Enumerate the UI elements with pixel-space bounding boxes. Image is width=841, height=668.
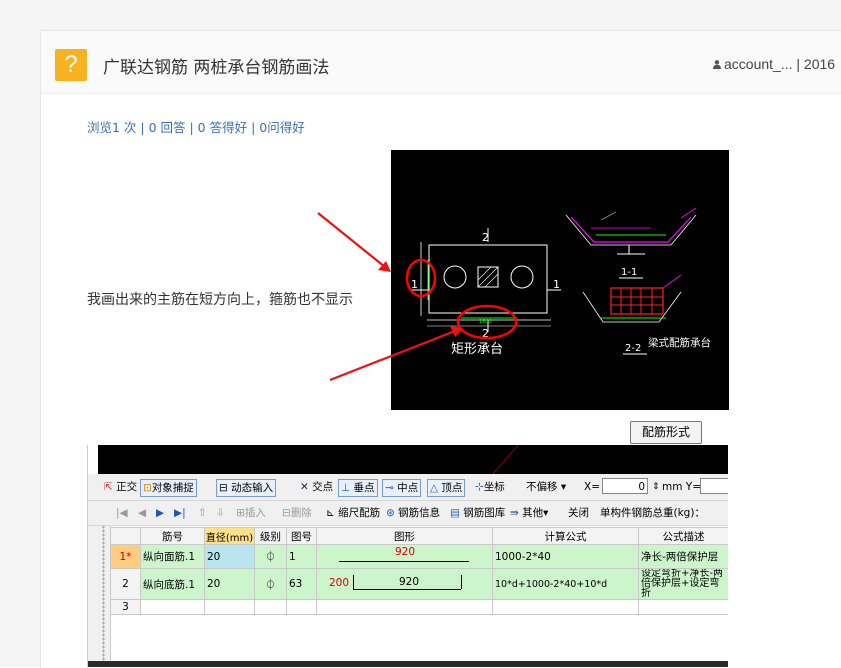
software-canvas-top [98,445,728,475]
bent-bar-shape [353,589,461,590]
library-icon: ▤ [450,507,460,519]
table-row[interactable]: 1* 纵向面筋.1 20 ⏀ 1 920 1000-2*40 净长-两倍保护层 [110,544,728,569]
chevron-down-icon: ▾ [560,481,567,493]
x-spin-icon[interactable]: ⇕ [652,479,660,495]
shape-length: 920 [399,576,420,588]
shape-cell[interactable]: 920 [316,544,493,569]
rebar-grid: 筋号 直径(mm) 级别 图号 图形 计算公式 公式描述 1* 纵向面筋.1 2… [110,527,728,615]
next-record-icon[interactable]: ▶ [156,505,164,521]
coordinate-icon: ⊹ [475,481,484,493]
formula-cell[interactable]: 1000-2*40 [492,544,639,569]
hook-right [461,575,462,589]
figure-no-cell[interactable]: 1 [286,544,317,569]
grid-header[interactable]: 图号 [286,527,317,545]
scale-rebar-button[interactable]: ⊾ 缩尺配筋 [326,505,380,521]
x-input[interactable]: 0 [602,478,648,494]
formula-cell[interactable]: 10*d+1000-2*40+10*d [492,568,639,600]
shape-cell[interactable]: 200 920 [316,568,493,600]
coordinate-button[interactable]: ⊹坐标 [475,479,505,495]
info-icon: ⊛ [386,507,395,519]
rebar-list-toolbar: |◀ ◀ ▶ ▶| ⇧ ⇩ ⊞插入 ⊟删除 ⊾ 缩尺配筋 ⊛ 钢筋信息 ▤ 钢筋… [88,501,728,526]
x-label: X= [584,481,600,493]
other-menu[interactable]: ⇛ 其他▾ [510,505,548,521]
rebar-form-button[interactable]: 配筋形式 [630,421,702,444]
chevron-down-icon: ▾ [543,507,549,519]
software-bottom-band [88,661,728,667]
panel-grip[interactable] [102,505,105,667]
last-record-icon[interactable]: ▶| [174,505,186,521]
row-number[interactable]: 3 [110,599,141,615]
grade-cell[interactable]: ⏀ [254,568,287,600]
insert-button[interactable]: ⊞插入 [236,505,266,521]
row-number[interactable]: 1* [110,544,141,569]
shape-length: 920 [395,545,416,558]
other-icon: ⇛ [510,507,519,519]
table-row[interactable]: 3 [110,599,728,615]
total-weight-label: 单构件钢筋总重(kg)： [600,507,705,519]
delete-icon: ⊟ [282,507,291,519]
midpoint-icon: ⊸ [385,482,394,494]
offset-dropdown[interactable]: 不偏移 ▾ [526,479,566,495]
move-down-icon[interactable]: ⇩ [216,505,225,521]
intersection-icon: ✕ [300,481,309,493]
intersection-button[interactable]: ✕ 交点 [300,479,333,495]
midpoint-button[interactable]: ⊸ 中点 [382,479,422,497]
grid-header[interactable]: 筋号 [140,527,205,545]
insert-icon: ⊞ [236,507,245,519]
vertex-icon: △ [430,482,439,494]
grid-header[interactable]: 计算公式 [492,527,639,545]
row-number[interactable]: 2 [110,568,141,600]
formula-desc-cell[interactable] [638,599,728,615]
ruler-icon: ⊾ [326,507,335,519]
figure-no-cell[interactable]: 63 [286,568,317,600]
grid-header[interactable]: 图形 [316,527,493,545]
rebar-name-cell[interactable] [140,599,205,615]
formula-desc-cell[interactable]: 净长-两倍保护层 [638,544,728,569]
formula-desc-cell[interactable]: 设定弯折+净长-两倍保护层+设定弯折 [638,568,728,600]
rebar-name-cell[interactable]: 纵向底筋.1 [140,568,205,600]
perpendicular-icon: ⊥ [341,482,351,494]
delete-button[interactable]: ⊟删除 [282,505,312,521]
formula-cell[interactable] [492,599,639,615]
dynamic-icon: ⊟ [219,482,228,494]
shape-cell[interactable] [316,599,493,615]
straight-bar-shape [339,560,469,562]
close-button[interactable]: 关闭 [568,505,589,521]
dynamic-input-button[interactable]: ⊟ 动态输入 [216,479,277,497]
grid-header[interactable]: 公式描述 [638,527,728,545]
diameter-cell[interactable]: 20 [204,568,255,600]
grade-cell[interactable] [254,599,287,615]
rebar-name-cell[interactable]: 纵向面筋.1 [140,544,205,569]
unit-y-label: mm Y= [662,481,702,493]
shape-hook-length: 200 [329,577,350,589]
grade-cell[interactable]: ⏀ [254,544,287,569]
ortho-button[interactable]: ⇱ 正交 [104,479,137,495]
grid-header [110,527,141,545]
figure-no-cell[interactable] [286,599,317,615]
perpendicular-button[interactable]: ⊥ 垂点 [338,479,378,497]
grid-header-row: 筋号 直径(mm) 级别 图号 图形 计算公式 公式描述 [110,527,728,545]
table-row[interactable]: 2 纵向底筋.1 20 ⏀ 63 200 920 10*d+1000-2*40+… [110,568,728,600]
drawing-toolbar: ⇱ 正交 ⊡对象捕捉 ⊟ 动态输入 ✕ 交点 ⊥ 垂点 ⊸ 中点 △ 顶点 ⊹坐… [88,474,728,501]
hook-left [353,575,354,589]
grid-header[interactable]: 级别 [254,527,287,545]
previous-record-icon[interactable]: ◀ [138,505,146,521]
grid-header[interactable]: 直径(mm) [204,527,255,545]
diameter-cell[interactable] [204,599,255,615]
rebar-software-screenshot: ⇱ 正交 ⊡对象捕捉 ⊟ 动态输入 ✕ 交点 ⊥ 垂点 ⊸ 中点 △ 顶点 ⊹坐… [87,445,728,667]
rebar-library-button[interactable]: ▤ 钢筋图库 [450,505,505,521]
snap-icon: ⊡ [143,482,152,494]
vertex-button[interactable]: △ 顶点 [427,479,466,497]
y-input[interactable]: 0 [700,478,728,494]
object-snap-button[interactable]: ⊡对象捕捉 [140,479,197,497]
diameter-cell[interactable]: 20 [204,544,255,569]
rebar-info-button[interactable]: ⊛ 钢筋信息 [386,505,440,521]
first-record-icon[interactable]: |◀ [116,505,128,521]
move-up-icon[interactable]: ⇧ [198,505,207,521]
